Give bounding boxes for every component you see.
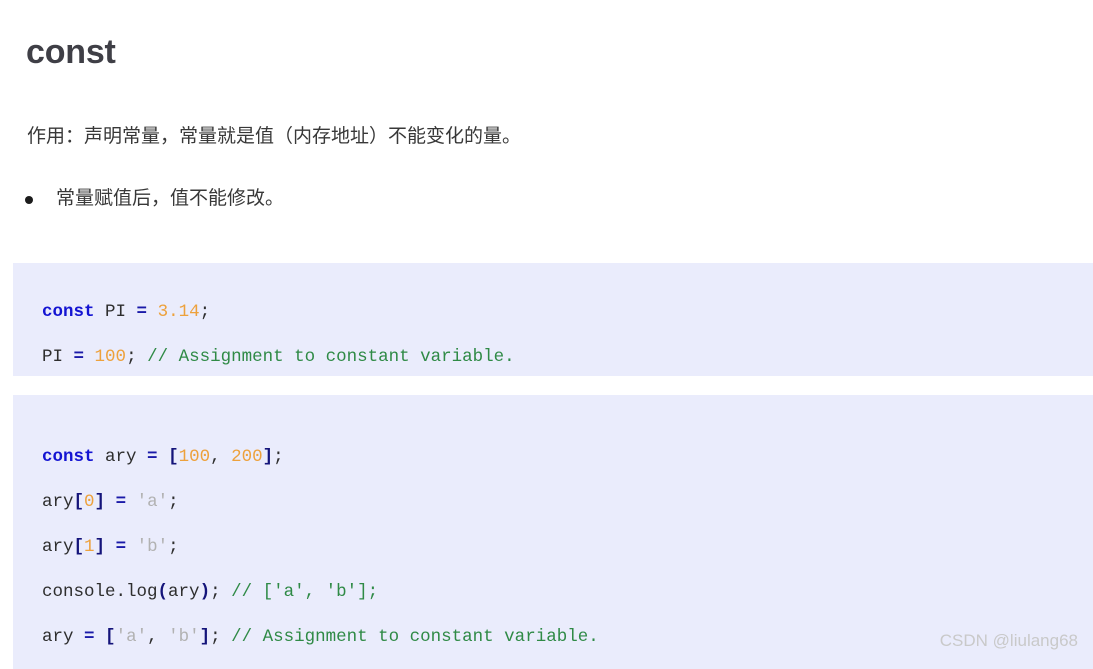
- code-line: console.log(ary); // ['a', 'b'];: [42, 570, 1093, 615]
- csdn-watermark: CSDN @liulang68: [939, 631, 1078, 650]
- code-token-punctuation: ]: [94, 491, 106, 512]
- code-token-plain: ;: [168, 491, 179, 512]
- page-title: const: [26, 32, 116, 71]
- list-item-label: 常量赋值后，值不能修改。: [56, 188, 285, 209]
- bullet-dot-icon: [25, 196, 33, 204]
- code-token-plain: ,: [210, 446, 232, 467]
- code-token-number: 100: [94, 346, 127, 367]
- code-token-plain: ary: [94, 446, 148, 467]
- code-token-punctuation: [: [168, 446, 179, 467]
- code-token-number: 0: [84, 491, 95, 512]
- code-token-comment: // Assignment to constant variable.: [231, 626, 599, 647]
- code-token-plain: ary: [42, 626, 85, 647]
- code-token-string: 'a': [115, 626, 148, 647]
- bullet-list: 常量赋值后，值不能修改。: [22, 185, 284, 213]
- code-token-operator: =: [147, 446, 158, 467]
- code-token-plain: PI: [42, 346, 74, 367]
- code-token-plain: ;: [199, 301, 211, 322]
- code-line: ary[0] = 'a';: [42, 480, 1093, 525]
- code-token-punctuation: ]: [94, 536, 106, 557]
- code-line: PI = 100; // Assignment to constant vari…: [42, 335, 1093, 376]
- code-token-plain: ary: [168, 581, 200, 602]
- code-token-plain: ;: [168, 536, 179, 557]
- code-token-string: 'a': [136, 491, 169, 512]
- code-token-plain: console.log: [42, 581, 158, 602]
- code-token-number: 100: [178, 446, 211, 467]
- code-token-number: 200: [231, 446, 263, 467]
- code-line: ary = ['a', 'b']; // Assignment to const…: [42, 615, 1093, 660]
- code-token-plain: ;: [126, 346, 148, 367]
- code-token-string: 'b': [168, 626, 200, 647]
- intro-paragraph: 作用：声明常量，常量就是值（内存地址）不能变化的量。: [27, 126, 522, 147]
- code-token-operator: =: [136, 301, 148, 322]
- code-token-plain: PI: [94, 301, 137, 322]
- code-token-punctuation: ): [199, 581, 211, 602]
- code-token-plain: ary: [42, 491, 74, 512]
- code-token-plain: ;: [210, 626, 232, 647]
- code-token-keyword: const: [42, 446, 95, 467]
- code-token-operator: =: [84, 626, 95, 647]
- code-token-punctuation: [: [73, 491, 85, 512]
- code-token-comment: // ['a', 'b'];: [231, 581, 379, 602]
- code-line: ary[1] = 'b';: [42, 525, 1093, 570]
- code-token-string: 'b': [136, 536, 169, 557]
- code-token-operator: =: [73, 346, 85, 367]
- code-token-plain: ;: [273, 446, 284, 467]
- code-token-number: 1: [84, 536, 95, 557]
- code-token-plain: ary: [42, 536, 74, 557]
- code-token-comment: // Assignment to constant variable.: [147, 346, 515, 367]
- code-token-plain: ,: [147, 626, 169, 647]
- code-token-number: 3.14: [157, 301, 200, 322]
- code-token-operator: =: [115, 491, 127, 512]
- code-token-keyword: const: [42, 301, 95, 322]
- code-block-const-pi: const PI = 3.14; PI = 100; // Assignment …: [13, 262, 1093, 376]
- code-token-punctuation: (: [157, 581, 169, 602]
- code-token-punctuation: [: [105, 626, 116, 647]
- code-token-punctuation: [: [73, 536, 85, 557]
- code-token-operator: =: [115, 536, 127, 557]
- code-block-const-array: const ary = [100, 200]; ary[0] = 'a'; ary[…: [13, 394, 1093, 669]
- code-token-punctuation: ]: [199, 626, 211, 647]
- code-line: const PI = 3.14;: [42, 290, 1093, 335]
- code-line: const ary = [100, 200];: [42, 435, 1093, 480]
- list-item: 常量赋值后，值不能修改。: [22, 185, 284, 213]
- code-token-plain: ;: [210, 581, 232, 602]
- document-page: const 作用：声明常量，常量就是值（内存地址）不能变化的量。 常量赋值后，值…: [0, 0, 1093, 669]
- code-token-punctuation: ]: [262, 446, 274, 467]
